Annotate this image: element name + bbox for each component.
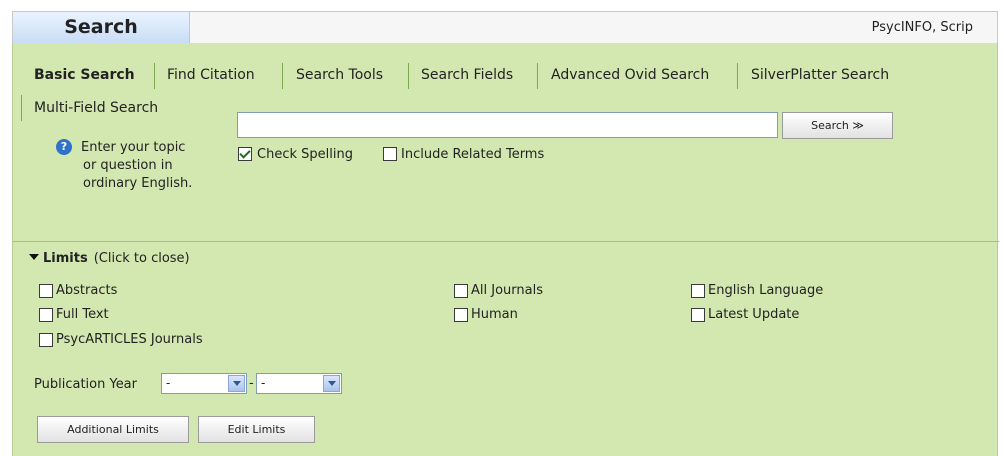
- year-to-value: -: [261, 376, 266, 390]
- publication-year-label: Publication Year: [34, 377, 137, 392]
- tab-silverplatter-search[interactable]: SilverPlatter Search: [751, 61, 889, 89]
- edit-limits-button[interactable]: Edit Limits: [198, 416, 315, 443]
- help-icon[interactable]: ?: [56, 139, 72, 155]
- limit-latest-update-label: Latest Update: [708, 307, 800, 322]
- tab-find-citation[interactable]: Find Citation: [167, 61, 255, 89]
- limit-full-text-label: Full Text: [56, 307, 109, 322]
- tab-multi-field-search[interactable]: Multi-Field Search: [34, 94, 158, 122]
- tab-separator: [154, 63, 155, 89]
- limit-human-label: Human: [471, 307, 518, 322]
- search-panel: Basic Search Find Citation Search Tools …: [12, 43, 999, 456]
- dropdown-arrow-icon: [323, 375, 340, 392]
- tab-separator: [21, 95, 22, 121]
- limit-psycarticles-label: PsycARTICLES Journals: [56, 332, 203, 347]
- limit-latest-update-checkbox[interactable]: [691, 308, 705, 322]
- limit-english-language-label: English Language: [708, 283, 824, 298]
- search-tab[interactable]: Search: [13, 12, 190, 43]
- triangle-down-icon: [29, 254, 39, 260]
- limit-english-language-checkbox[interactable]: [691, 284, 705, 298]
- tab-separator: [737, 63, 738, 89]
- tab-separator: [282, 63, 283, 89]
- tab-separator: [537, 63, 538, 89]
- search-query-input[interactable]: [237, 112, 778, 138]
- limits-title: Limits: [43, 251, 88, 266]
- tab-search-fields[interactable]: Search Fields: [421, 61, 513, 89]
- tab-basic-search[interactable]: Basic Search: [34, 61, 135, 89]
- year-range-separator: -: [249, 376, 254, 391]
- limit-abstracts-label: Abstracts: [56, 283, 118, 298]
- check-spelling-checkbox[interactable]: [238, 147, 252, 161]
- limits-toggle[interactable]: Limits (Click to close): [29, 251, 190, 267]
- top-bar: Search PsycINFO, Scrip: [12, 11, 998, 43]
- limit-full-text-checkbox[interactable]: [39, 308, 53, 322]
- section-divider: [13, 241, 999, 242]
- related-terms-checkbox[interactable]: [383, 147, 397, 161]
- year-from-value: -: [166, 376, 171, 390]
- tab-search-tools[interactable]: Search Tools: [296, 61, 383, 89]
- tab-advanced-ovid-search[interactable]: Advanced Ovid Search: [551, 61, 709, 89]
- check-spelling-label: Check Spelling: [257, 147, 353, 162]
- limit-psycarticles-checkbox[interactable]: [39, 333, 53, 347]
- database-name: PsycINFO, Scrip: [871, 20, 973, 35]
- search-button[interactable]: Search ≫: [782, 112, 893, 139]
- tab-separator: [408, 63, 409, 89]
- limits-hint: (Click to close): [93, 251, 190, 266]
- year-to-select[interactable]: -: [256, 373, 342, 394]
- limit-all-journals-checkbox[interactable]: [454, 284, 468, 298]
- help-line: ordinary English.: [83, 176, 193, 191]
- related-terms-label: Include Related Terms: [401, 147, 545, 162]
- dropdown-arrow-icon: [228, 375, 245, 392]
- additional-limits-button[interactable]: Additional Limits: [37, 416, 189, 443]
- limit-all-journals-label: All Journals: [471, 283, 543, 298]
- limit-human-checkbox[interactable]: [454, 308, 468, 322]
- limit-abstracts-checkbox[interactable]: [39, 284, 53, 298]
- help-line: Enter your topic: [81, 140, 186, 155]
- year-from-select[interactable]: -: [161, 373, 247, 394]
- help-line: or question in: [83, 158, 173, 173]
